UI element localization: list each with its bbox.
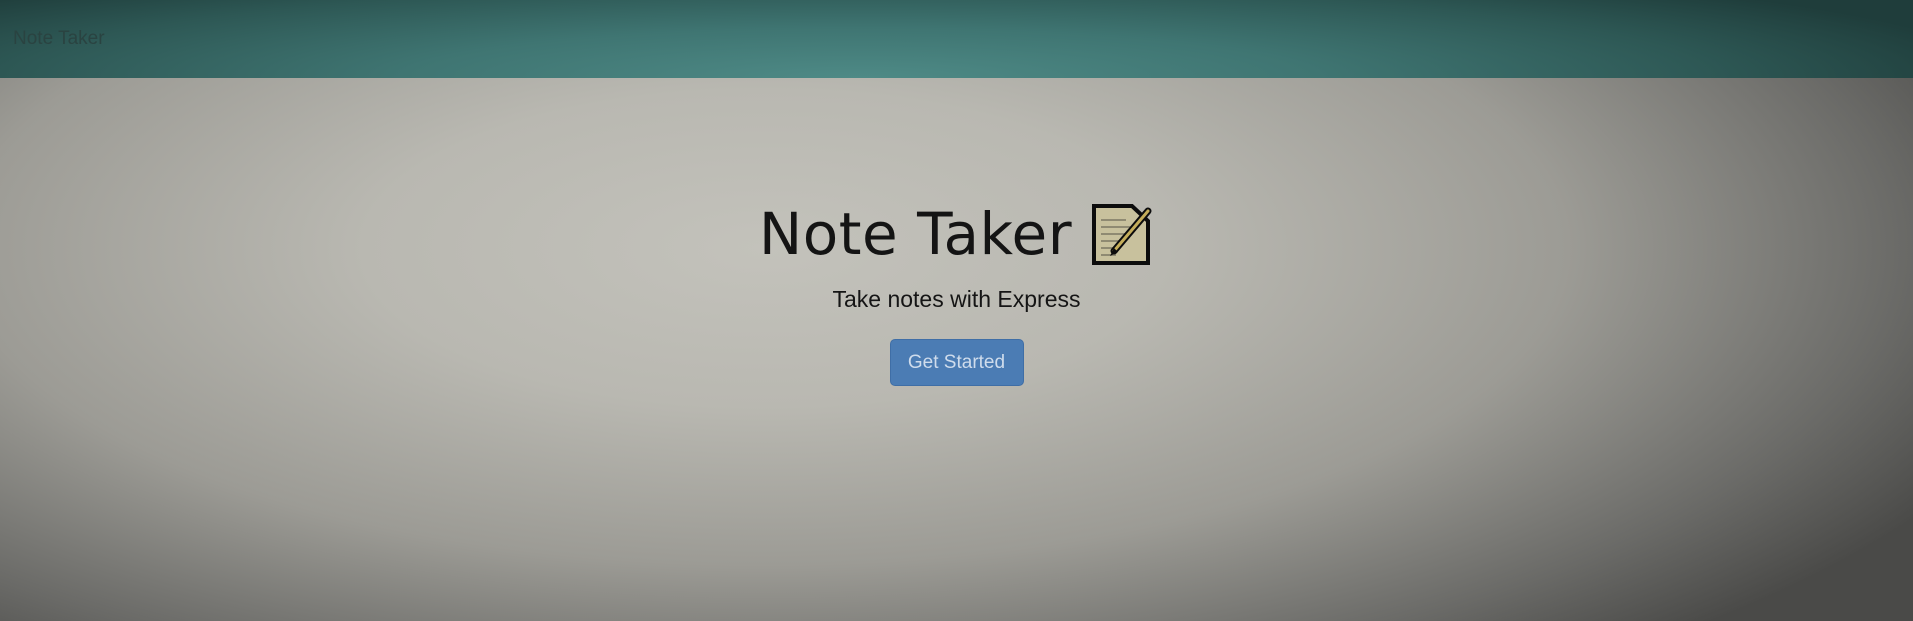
memo-icon xyxy=(1090,201,1154,267)
navbar-brand-link[interactable]: Note Taker xyxy=(13,28,105,50)
get-started-button[interactable]: Get Started xyxy=(889,339,1024,386)
navbar: Note Taker xyxy=(0,0,1913,78)
page-title: Note Taker xyxy=(758,200,1073,268)
page-subtitle: Take notes with Express xyxy=(832,286,1081,312)
title-row: Note Taker xyxy=(759,200,1154,268)
hero: Note Taker Take notes with Express Get S… xyxy=(0,200,1913,386)
